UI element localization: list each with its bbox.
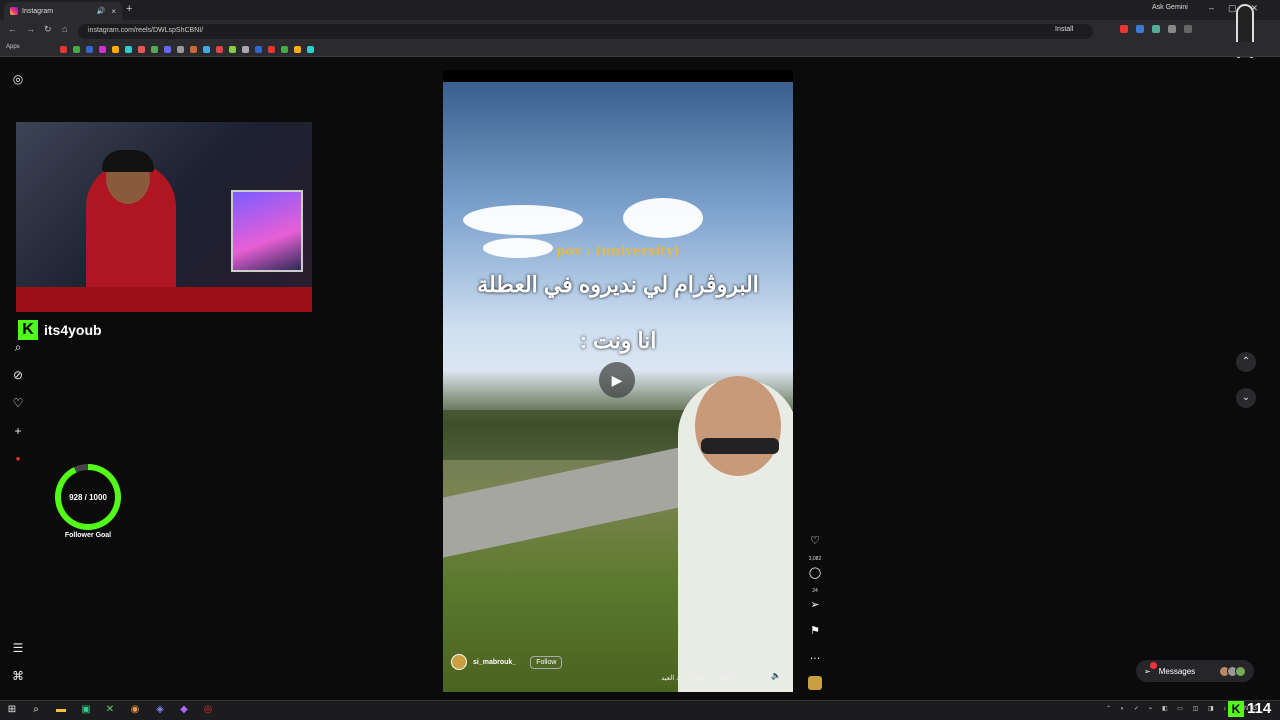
comment-icon: ◯ bbox=[808, 567, 822, 579]
instagram-logo-icon[interactable]: ◎ bbox=[11, 72, 25, 86]
ellipsis-icon: … bbox=[809, 650, 821, 662]
windows-taskbar bbox=[0, 700, 1280, 720]
bookmark-icon: ⚑ bbox=[810, 625, 820, 637]
reel-video[interactable]: pov : (university) البروڤرام لي نديروه ف… bbox=[443, 70, 793, 692]
more-options-button[interactable]: … bbox=[807, 650, 823, 662]
home-icon[interactable]: ⌂ bbox=[62, 24, 67, 34]
volume-icon[interactable]: 🔈 bbox=[771, 671, 781, 680]
browser-tab-strip: Instagram 🔊 × + Ask Gemini –▢✕ bbox=[0, 0, 1280, 20]
new-tab-button[interactable]: + bbox=[126, 3, 132, 15]
store-icon[interactable]: ▣ bbox=[80, 704, 92, 716]
install-button[interactable]: Install bbox=[1055, 26, 1073, 33]
reel-caption-arabic-line2: انا ونت : bbox=[579, 328, 657, 353]
author-avatar[interactable] bbox=[451, 654, 467, 670]
message-avatars bbox=[1219, 665, 1246, 677]
profile-icon[interactable]: ● bbox=[11, 452, 25, 466]
play-icon[interactable]: ▶ bbox=[599, 362, 635, 398]
back-icon[interactable]: ← bbox=[8, 24, 17, 34]
author-username[interactable]: si_mabrouk_ bbox=[473, 659, 516, 666]
search-icon[interactable]: ⌕ bbox=[11, 340, 25, 354]
messages-button[interactable]: ➢ Messages bbox=[1136, 660, 1254, 682]
audio-thumbnail[interactable] bbox=[808, 676, 822, 690]
streamer-name: its4youb bbox=[44, 322, 102, 338]
like-count: 3,082 bbox=[808, 556, 822, 562]
speaker-icon[interactable]: 🔊 bbox=[97, 7, 106, 15]
reel-description[interactable]: more ... بروفرام بعد العيد bbox=[661, 674, 736, 682]
chrome-icon[interactable]: ◉ bbox=[129, 704, 141, 716]
like-button[interactable]: ♡ 3,082 bbox=[807, 534, 823, 565]
next-reel-button[interactable]: ⌄ bbox=[1236, 388, 1256, 408]
windows-start-icon[interactable]: ⊞ bbox=[6, 704, 18, 716]
unread-badge bbox=[1150, 662, 1157, 669]
bookmark-apps[interactable]: Apps bbox=[6, 44, 20, 50]
more-menu-icon[interactable]: ☰ bbox=[11, 641, 25, 655]
follower-goal-label: Follower Goal bbox=[64, 532, 112, 539]
kick-logo-icon: K bbox=[18, 320, 38, 340]
xbox-icon[interactable]: ✕ bbox=[104, 704, 116, 716]
taskbar-search-icon[interactable]: ⌕ bbox=[30, 704, 42, 716]
extension-icons[interactable] bbox=[1120, 25, 1192, 33]
follower-goal-value: 928 / 1000 bbox=[61, 470, 115, 524]
viewer-count-value: 114 bbox=[1247, 700, 1272, 717]
puzzle-icon[interactable] bbox=[1168, 25, 1176, 33]
streamer-badge: K its4youb bbox=[18, 320, 102, 340]
messages-label: Messages bbox=[1158, 666, 1196, 676]
close-tab-icon[interactable]: × bbox=[111, 7, 116, 16]
bookmark-icons[interactable] bbox=[60, 46, 314, 53]
discord-icon[interactable]: ◈ bbox=[154, 704, 166, 716]
app-icon[interactable]: ◆ bbox=[178, 704, 190, 716]
tab-title: Instagram bbox=[22, 7, 54, 15]
instagram-favicon-icon bbox=[10, 7, 18, 15]
extension-icon[interactable] bbox=[1152, 25, 1160, 33]
save-button[interactable]: ⚑ bbox=[807, 624, 823, 637]
follow-button[interactable]: Follow bbox=[530, 655, 563, 669]
file-explorer-icon[interactable]: ▬ bbox=[55, 704, 67, 716]
reel-caption-english: pov : (university) bbox=[556, 244, 680, 259]
extension-icon[interactable] bbox=[1136, 25, 1144, 33]
menu-icon[interactable] bbox=[1184, 25, 1192, 33]
paper-plane-icon: ➢ bbox=[1144, 666, 1151, 676]
create-plus-icon[interactable]: + bbox=[11, 424, 25, 438]
reload-icon[interactable]: ↻ bbox=[44, 24, 52, 35]
ask-gemini-button[interactable]: Ask Gemini bbox=[1152, 4, 1188, 11]
follower-goal-ring: 928 / 1000 bbox=[55, 464, 121, 530]
also-from-meta-icon[interactable]: ⌘ bbox=[11, 669, 25, 683]
obs-icon[interactable]: ◎ bbox=[202, 704, 214, 716]
share-button[interactable]: ➢ bbox=[807, 598, 823, 611]
url-input[interactable]: instagram.com/reels/DWLspShCBNI/ bbox=[78, 24, 1093, 39]
extension-icon[interactable] bbox=[1120, 25, 1128, 33]
forward-icon[interactable]: → bbox=[26, 24, 35, 34]
reel-author: si_mabrouk_ Follow bbox=[451, 654, 563, 670]
notifications-heart-icon[interactable]: ♡ bbox=[11, 396, 25, 410]
webcam-overlay bbox=[16, 122, 312, 312]
comment-count: 24 bbox=[812, 588, 818, 594]
explore-icon[interactable]: ⊘ bbox=[11, 368, 25, 382]
kick-logo-icon: K bbox=[1228, 700, 1244, 717]
previous-reel-button[interactable]: ⌃ bbox=[1236, 352, 1256, 372]
comment-button[interactable]: ◯ 24 bbox=[807, 566, 823, 597]
tab-instagram[interactable]: Instagram 🔊 × bbox=[4, 2, 122, 20]
reel-caption-arabic-line1: البروڤرام لي نديروه في العطلة bbox=[477, 272, 759, 297]
send-icon: ➢ bbox=[810, 599, 820, 611]
heart-icon: ♡ bbox=[810, 535, 820, 547]
viewer-count: K 114 bbox=[1228, 700, 1271, 717]
